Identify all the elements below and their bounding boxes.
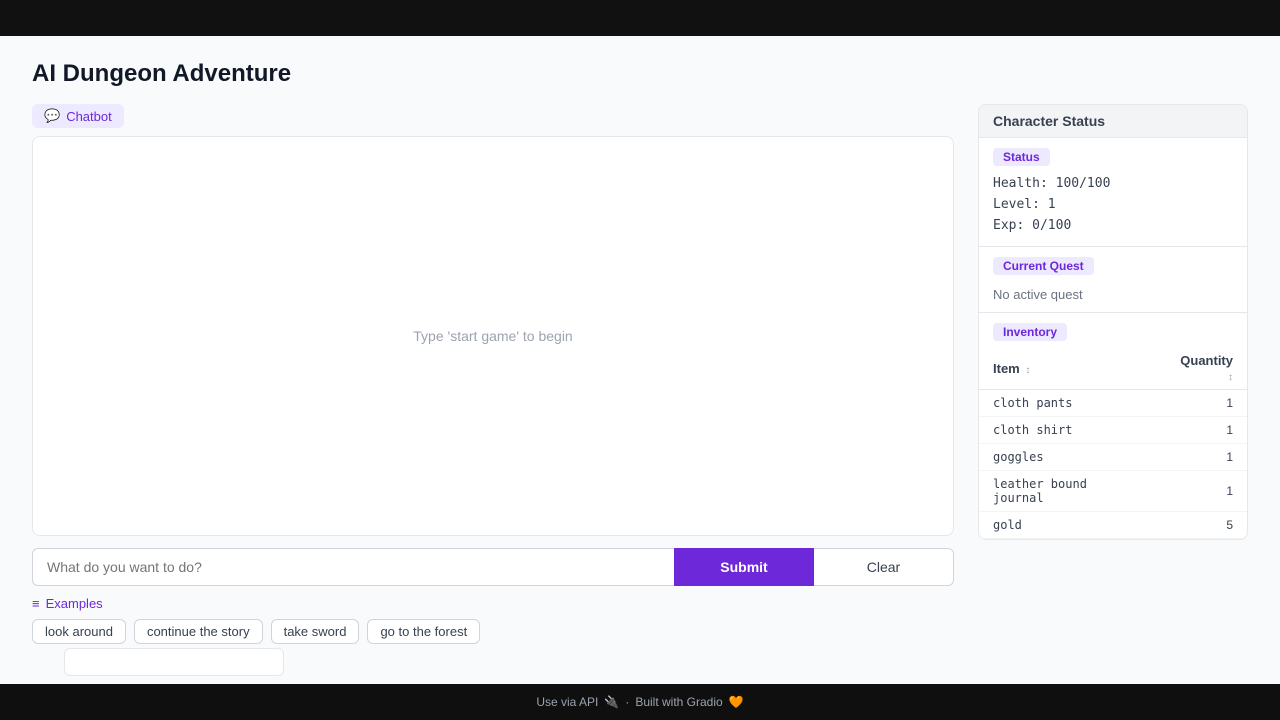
table-row: cloth pants 1 bbox=[979, 390, 1247, 417]
right-panel: Character Status Status Health: 100/100 … bbox=[978, 104, 1248, 644]
example-pill-0[interactable]: look around bbox=[32, 619, 126, 644]
examples-label: Examples bbox=[46, 596, 103, 611]
table-row: leather bound journal 1 bbox=[979, 471, 1247, 512]
inventory-section: Inventory Item ↕ Quantity ↕ bbox=[979, 313, 1247, 539]
examples-section: ≡ Examples look around continue the stor… bbox=[32, 596, 954, 644]
example-pill-1[interactable]: continue the story bbox=[134, 619, 263, 644]
input-row: Submit Clear bbox=[32, 548, 954, 586]
bottom-input-area bbox=[32, 644, 1248, 684]
status-card-title: Character Status bbox=[979, 105, 1247, 138]
item-qty: 1 bbox=[1156, 417, 1247, 444]
examples-pills: look around continue the story take swor… bbox=[32, 619, 954, 644]
col-quantity: Quantity ↕ bbox=[1156, 347, 1247, 390]
examples-header: ≡ Examples bbox=[32, 596, 954, 611]
main-container: AI Dungeon Adventure 💬 Chatbot Type 'sta… bbox=[0, 36, 1280, 684]
built-icon: 🧡 bbox=[729, 695, 744, 709]
col-item: Item ↕ bbox=[979, 347, 1156, 390]
example-pill-2[interactable]: take sword bbox=[271, 619, 360, 644]
content-row: 💬 Chatbot Type 'start game' to begin Sub… bbox=[32, 104, 1248, 644]
chatbot-tab[interactable]: 💬 Chatbot bbox=[32, 104, 124, 128]
bottom-text-box[interactable] bbox=[64, 648, 284, 676]
submit-button[interactable]: Submit bbox=[674, 548, 814, 586]
top-bar bbox=[0, 0, 1280, 36]
qty-sort-icon: ↕ bbox=[1228, 372, 1233, 383]
chatbot-tab-bar: 💬 Chatbot bbox=[32, 104, 954, 128]
status-label: Status bbox=[993, 148, 1050, 166]
item-qty: 5 bbox=[1156, 512, 1247, 539]
quest-text: No active quest bbox=[993, 287, 1233, 302]
chat-input[interactable] bbox=[32, 548, 674, 586]
chat-area: Type 'start game' to begin bbox=[32, 136, 954, 536]
item-qty: 1 bbox=[1156, 444, 1247, 471]
examples-icon: ≡ bbox=[32, 596, 40, 611]
api-icon: 🔌 bbox=[604, 695, 619, 709]
api-text: Use via API bbox=[536, 695, 598, 709]
chatbot-tab-icon: 💬 bbox=[44, 108, 60, 124]
built-text: Built with Gradio bbox=[635, 695, 722, 709]
status-health: Health: 100/100 Level: 1 Exp: 0/100 bbox=[993, 174, 1233, 236]
clear-button[interactable]: Clear bbox=[814, 548, 954, 586]
item-qty: 1 bbox=[1156, 390, 1247, 417]
inventory-table: Item ↕ Quantity ↕ cloth pants bbox=[979, 347, 1247, 539]
item-name: gold bbox=[979, 512, 1156, 539]
item-name: cloth shirt bbox=[979, 417, 1156, 444]
item-sort-icon: ↕ bbox=[1025, 365, 1030, 376]
table-row: goggles 1 bbox=[979, 444, 1247, 471]
item-qty: 1 bbox=[1156, 471, 1247, 512]
item-name: goggles bbox=[979, 444, 1156, 471]
status-section: Status Health: 100/100 Level: 1 Exp: 0/1… bbox=[979, 138, 1247, 247]
table-row: gold 5 bbox=[979, 512, 1247, 539]
chat-placeholder: Type 'start game' to begin bbox=[413, 328, 572, 344]
quest-label: Current Quest bbox=[993, 257, 1094, 275]
page-title: AI Dungeon Adventure bbox=[32, 60, 1248, 88]
table-row: cloth shirt 1 bbox=[979, 417, 1247, 444]
quest-section: Current Quest No active quest bbox=[979, 247, 1247, 313]
item-name: leather bound journal bbox=[979, 471, 1156, 512]
footer: Use via API 🔌 · Built with Gradio 🧡 bbox=[0, 684, 1280, 720]
inventory-label: Inventory bbox=[993, 323, 1067, 341]
chatbot-tab-label: Chatbot bbox=[66, 109, 112, 124]
item-name: cloth pants bbox=[979, 390, 1156, 417]
status-card: Character Status Status Health: 100/100 … bbox=[978, 104, 1248, 540]
left-panel: 💬 Chatbot Type 'start game' to begin Sub… bbox=[32, 104, 954, 644]
example-pill-3[interactable]: go to the forest bbox=[367, 619, 480, 644]
footer-sep: · bbox=[625, 695, 629, 709]
